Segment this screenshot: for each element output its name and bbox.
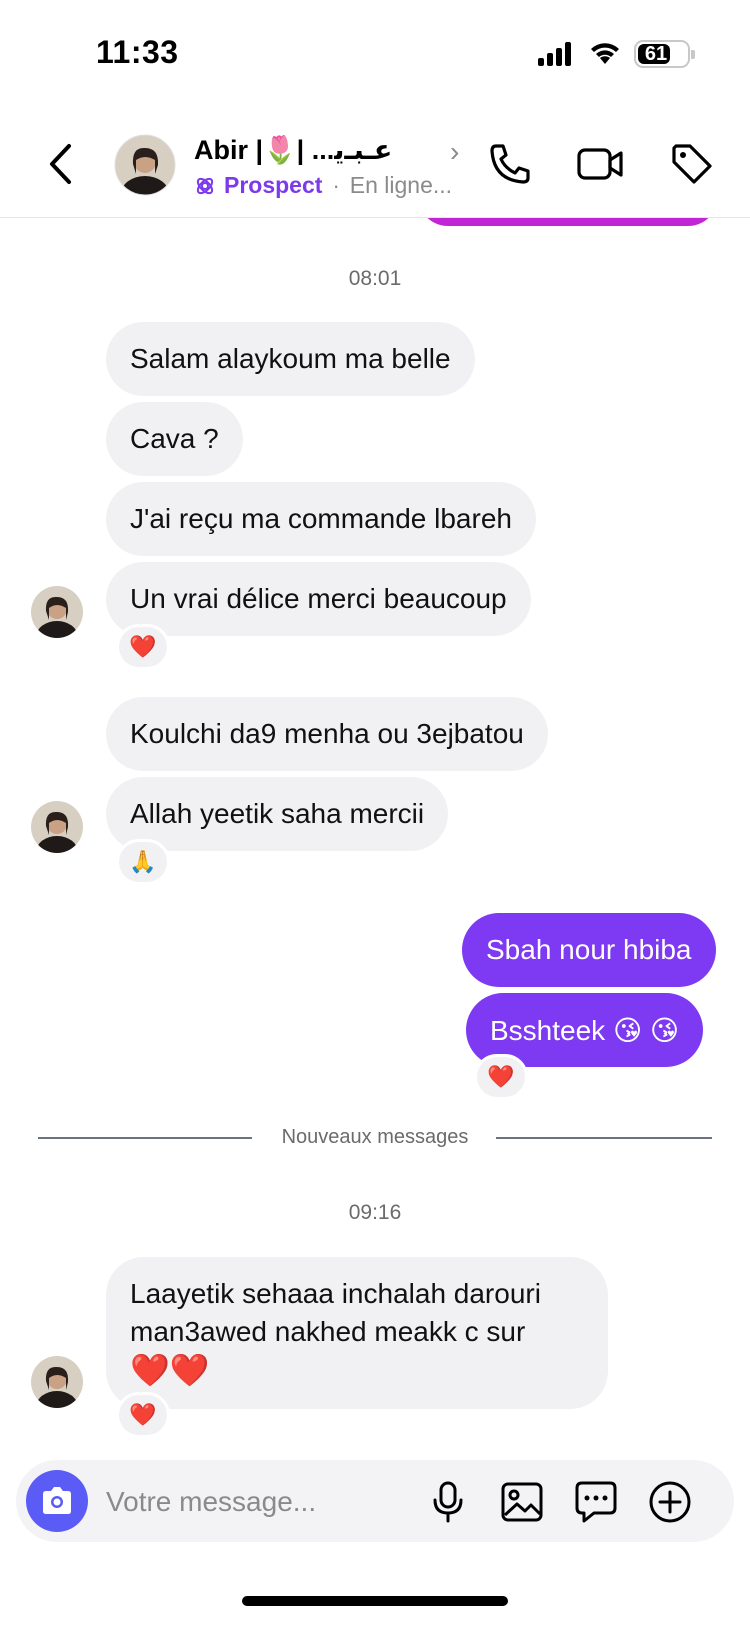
phone-icon[interactable]	[486, 140, 534, 188]
message-bubble-incoming[interactable]: Koulchi da9 menha ou 3ejbatou	[106, 697, 548, 771]
avatar[interactable]	[30, 800, 84, 854]
chevron-left-icon	[50, 144, 71, 184]
message-bubble-incoming[interactable]: Laayetik sehaaa inchalah darouri man3awe…	[106, 1257, 608, 1409]
battery-level: 61	[644, 43, 668, 65]
message-bubble-incoming[interactable]: Allah yeetik saha mercii	[106, 777, 449, 851]
microphone-icon[interactable]	[426, 1480, 470, 1524]
avatar[interactable]	[114, 134, 176, 196]
message-composer	[16, 1460, 734, 1542]
timestamp: 08:01	[348, 267, 402, 290]
message-input[interactable]	[106, 1482, 406, 1522]
reaction-heart[interactable]: ❤️	[116, 624, 170, 670]
message-bubble-outgoing[interactable]: Sbah nour hbiba	[462, 913, 716, 987]
chat-template-icon[interactable]	[574, 1480, 618, 1524]
camera-icon	[43, 1487, 71, 1514]
home-indicator[interactable]	[242, 1596, 508, 1606]
wifi-icon	[591, 43, 619, 64]
reaction-pray[interactable]: 🙏	[116, 839, 170, 885]
tag-icon[interactable]	[668, 140, 716, 188]
timestamp: 09:16	[348, 1201, 402, 1224]
prospect-icon	[196, 177, 214, 194]
video-camera-icon[interactable]	[576, 140, 624, 188]
camera-button[interactable]	[26, 1470, 88, 1532]
plus-circle-icon[interactable]	[648, 1480, 692, 1524]
avatar[interactable]	[30, 1355, 84, 1409]
reaction-heart[interactable]: ❤️	[116, 1392, 170, 1438]
message-bubble-incoming[interactable]: J'ai reçu ma commande lbareh	[106, 482, 536, 556]
divider-line	[496, 1137, 712, 1139]
contact-subtitle: Prospect · En ligne...	[194, 172, 452, 199]
back-button[interactable]	[38, 138, 82, 190]
chevron-right-icon[interactable]: ›	[450, 136, 459, 168]
avatar[interactable]	[30, 585, 84, 639]
online-status: En ligne...	[349, 172, 453, 198]
message-line: man3awed nakhed meakk c sur	[130, 1316, 526, 1347]
message-line: Laayetik sehaaa inchalah darouri	[130, 1278, 541, 1309]
separator-dot: ·	[332, 172, 340, 198]
battery-icon: 61	[634, 40, 695, 68]
message-line: ❤️❤️	[130, 1352, 210, 1388]
message-bubble-incoming[interactable]: Un vrai délice merci beaucoup	[106, 562, 531, 636]
prospect-badge[interactable]: Prospect	[224, 172, 322, 199]
status-bar: 11:33 61	[0, 0, 750, 110]
cellular-signal-icon	[538, 42, 574, 66]
image-icon[interactable]	[500, 1480, 544, 1524]
chat-header: Abir |🌷| ...عـبـﯾ › Prospect · En ligne.…	[0, 112, 750, 218]
contact-name[interactable]: Abir |🌷| ...عـبـﯾ	[194, 134, 392, 166]
message-bubble-incoming[interactable]: Cava ?	[106, 402, 243, 476]
status-time: 11:33	[96, 34, 179, 70]
message-bubble-incoming[interactable]: Salam alaykoum ma belle	[106, 322, 475, 396]
reaction-heart[interactable]: ❤️	[474, 1054, 528, 1100]
